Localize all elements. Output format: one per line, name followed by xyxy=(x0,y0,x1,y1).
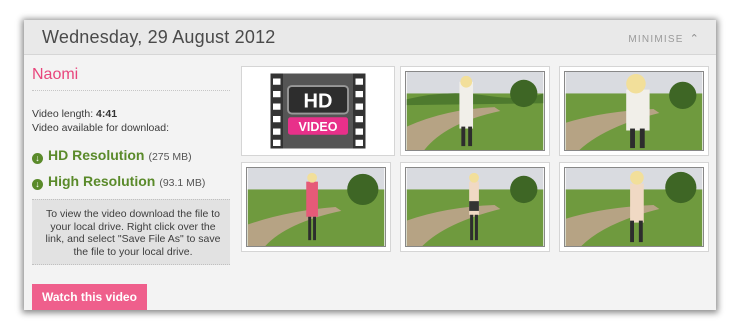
minimise-label: MINIMISE xyxy=(628,34,684,45)
video-badge-text: VIDEO xyxy=(299,120,338,134)
photo-thumb-5[interactable] xyxy=(559,162,709,252)
watch-video-button[interactable]: Watch this video xyxy=(32,284,147,310)
download-size: (275 MB) xyxy=(148,151,192,163)
download-list: ↓ HD Resolution (275 MB) ↓ High Resoluti… xyxy=(32,147,230,190)
download-size: (93.1 MB) xyxy=(159,177,206,189)
video-info-column: Naomi Video length: 4:41 Video available… xyxy=(32,66,230,266)
download-note: Video available for download: xyxy=(32,122,169,134)
photo-thumbnail-image xyxy=(564,167,704,247)
video-length-label: Video length: xyxy=(32,108,94,120)
photo-thumb-3[interactable] xyxy=(241,162,391,252)
date-title: Wednesday, 29 August 2012 xyxy=(42,27,276,47)
photo-thumbnail-image xyxy=(405,71,545,151)
download-hd-link[interactable]: ↓ HD Resolution (275 MB) xyxy=(32,147,230,164)
photo-thumbnail-image xyxy=(564,71,704,151)
photo-thumb-1[interactable] xyxy=(400,66,550,156)
download-arrow-icon: ↓ xyxy=(32,153,43,164)
photo-thumb-2[interactable] xyxy=(559,66,709,156)
download-label[interactable]: HD Resolution xyxy=(48,147,144,163)
video-meta: Video length: 4:41 Video available for d… xyxy=(32,107,230,135)
video-length-value: 4:41 xyxy=(96,108,118,120)
hd-video-thumb[interactable]: HD VIDEO xyxy=(241,66,395,156)
model-name[interactable]: Naomi xyxy=(32,66,230,84)
chevron-up-icon: ⌃ xyxy=(689,33,700,45)
divider xyxy=(32,90,230,91)
download-instructions: To view the video download the file to y… xyxy=(32,199,230,266)
gallery-panel: Wednesday, 29 August 2012 MINIMISE ⌃ Naom… xyxy=(24,20,716,310)
download-high-link[interactable]: ↓ High Resolution (93.1 MB) xyxy=(32,173,230,190)
film-strip-icon: HD VIDEO xyxy=(270,73,366,149)
minimise-button[interactable]: MINIMISE ⌃ xyxy=(628,32,700,45)
photo-thumbnail-image xyxy=(246,167,386,247)
hd-badge-text: HD xyxy=(304,90,333,112)
panel-header: Wednesday, 29 August 2012 MINIMISE ⌃ xyxy=(24,20,716,55)
photo-thumbnail-image xyxy=(405,167,545,247)
download-label[interactable]: High Resolution xyxy=(48,173,155,189)
download-arrow-icon: ↓ xyxy=(32,179,43,190)
photo-thumb-4[interactable] xyxy=(400,162,550,252)
